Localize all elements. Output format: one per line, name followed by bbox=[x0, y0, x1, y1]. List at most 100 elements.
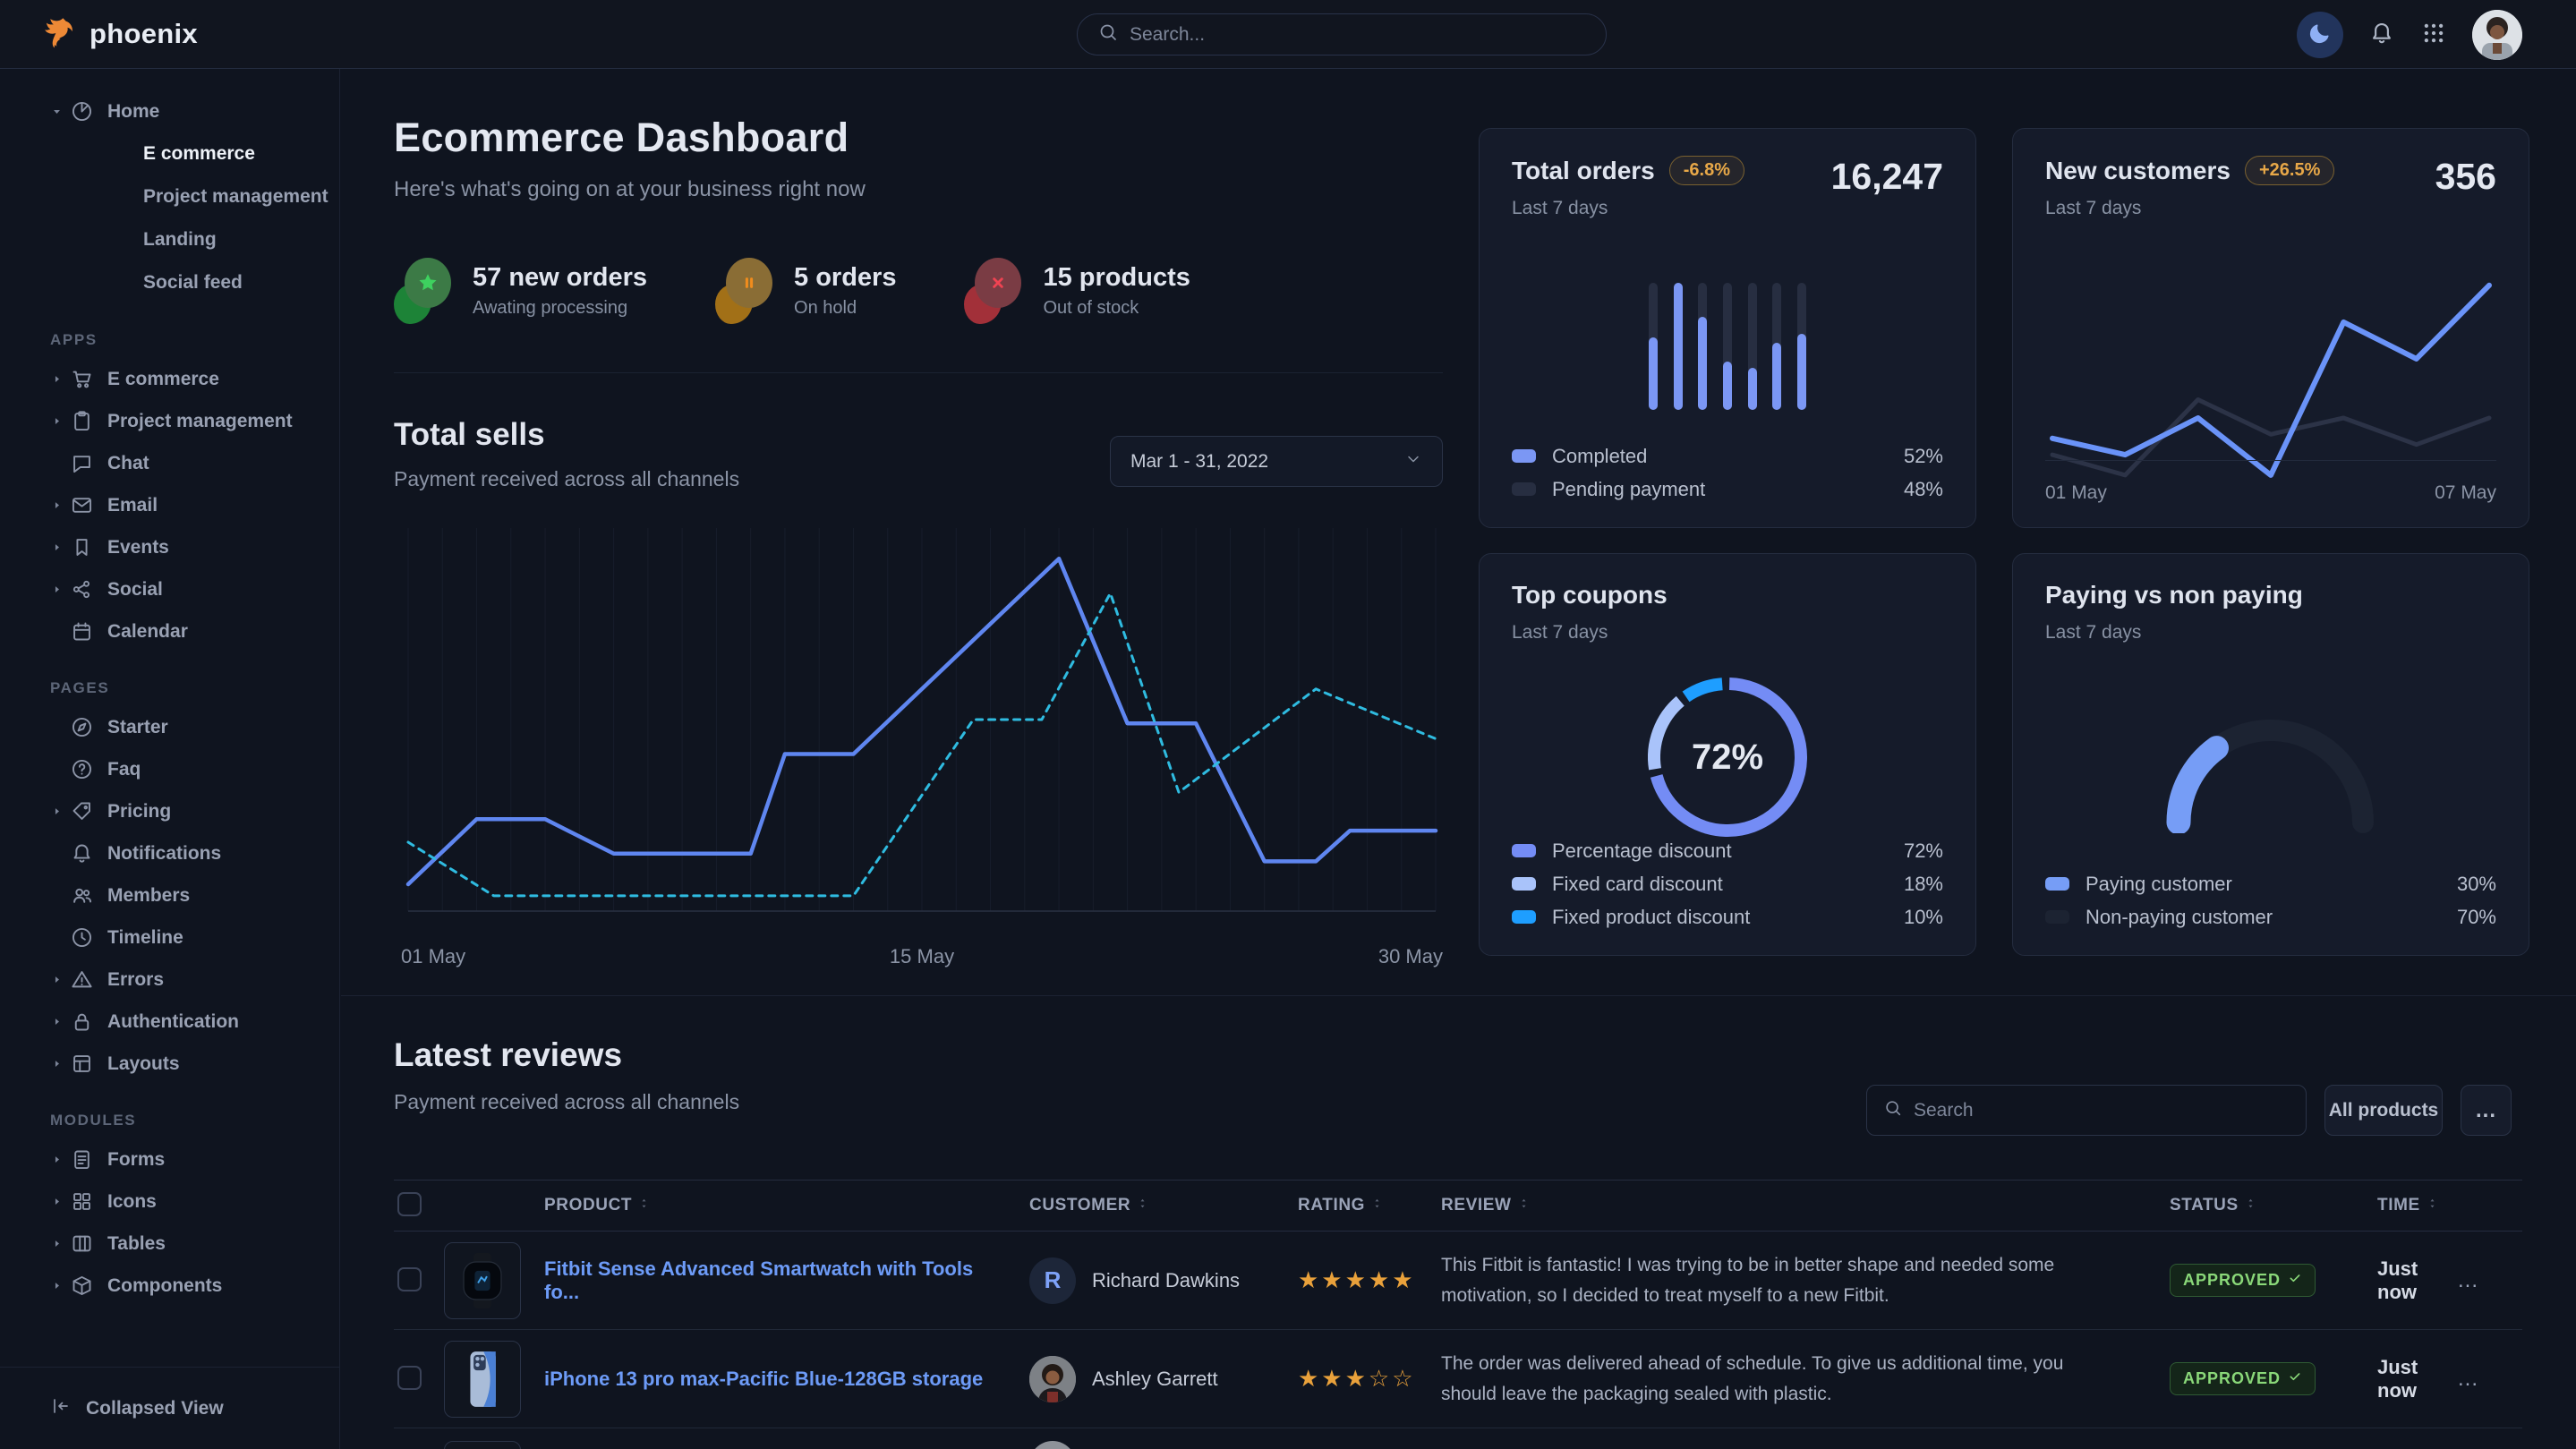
reviews-search-input[interactable] bbox=[1914, 1100, 2290, 1121]
moon-icon bbox=[2307, 21, 2333, 48]
sidebar-item-e-commerce[interactable]: E commerce bbox=[0, 358, 339, 400]
column-header-rating[interactable]: RATING bbox=[1276, 1196, 1411, 1215]
date-range-value: Mar 1 - 31, 2022 bbox=[1130, 451, 1268, 473]
paying-vs-nonpaying-card: Paying vs non paying Last 7 days Paying … bbox=[2012, 553, 2529, 956]
sidebar-item-label: Faq bbox=[107, 759, 141, 780]
legend-swatch bbox=[1512, 910, 1536, 924]
column-header-time[interactable]: TIME bbox=[2333, 1196, 2458, 1215]
sidebar-item-members[interactable]: Members bbox=[0, 874, 339, 916]
sidebar-item-label: Timeline bbox=[107, 927, 183, 949]
sort-icon bbox=[637, 1196, 651, 1215]
stat-value: 5 orders bbox=[794, 263, 896, 293]
global-search-input[interactable] bbox=[1130, 24, 1586, 46]
sidebar-subitem-project-management[interactable]: Project management bbox=[0, 175, 339, 218]
all-products-filter-button[interactable]: All products bbox=[2324, 1085, 2443, 1136]
sidebar-item-layouts[interactable]: Layouts bbox=[0, 1043, 339, 1085]
sidebar-item-authentication[interactable]: Authentication bbox=[0, 1001, 339, 1043]
sidebar-item-timeline[interactable]: Timeline bbox=[0, 916, 339, 959]
column-header-product[interactable]: PRODUCT bbox=[533, 1196, 1008, 1215]
apps-menu-button[interactable] bbox=[2420, 20, 2447, 49]
sidebar-item-notifications[interactable]: Notifications bbox=[0, 832, 339, 874]
customer-cell: RRichard Dawkins bbox=[1008, 1257, 1276, 1304]
card-title: Top coupons bbox=[1512, 581, 1668, 609]
sidebar-item-calendar[interactable]: Calendar bbox=[0, 610, 339, 652]
reviews-more-button[interactable]: ... bbox=[2461, 1085, 2512, 1136]
latest-reviews-title: Latest reviews bbox=[394, 1036, 622, 1074]
x-label-mid: 15 May bbox=[890, 945, 954, 968]
select-all-checkbox[interactable] bbox=[397, 1192, 422, 1216]
sidebar-subitem-landing[interactable]: Landing bbox=[0, 218, 339, 261]
row-checkbox[interactable] bbox=[397, 1267, 422, 1291]
brand-name: phoenix bbox=[90, 18, 198, 50]
coupons-donut-chart: 72% bbox=[1644, 674, 1811, 840]
sidebar-item-errors[interactable]: Errors bbox=[0, 959, 339, 1001]
sidebar-nav: HomeE commerceProject managementLandingS… bbox=[0, 69, 339, 1307]
global-search[interactable] bbox=[1077, 13, 1607, 55]
sidebar-item-tables[interactable]: Tables bbox=[0, 1223, 339, 1265]
star-blob-icon bbox=[394, 258, 453, 324]
sidebar-item-label: Errors bbox=[107, 969, 164, 991]
envelope-icon bbox=[70, 493, 94, 517]
sidebar-item-starter[interactable]: Starter bbox=[0, 706, 339, 748]
row-menu-button[interactable]: ... bbox=[2458, 1268, 2478, 1293]
notifications-button[interactable] bbox=[2368, 20, 2395, 49]
reviews-search[interactable] bbox=[1866, 1085, 2307, 1136]
sidebar-item-label: Social bbox=[107, 579, 163, 601]
sidebar-item-components[interactable]: Components bbox=[0, 1265, 339, 1307]
total-sells-x-axis: 01 May 15 May 30 May bbox=[401, 945, 1443, 968]
sidebar-item-label: Layouts bbox=[107, 1053, 180, 1075]
user-avatar[interactable] bbox=[2472, 10, 2522, 60]
product-link[interactable]: Fitbit Sense Advanced Smartwatch with To… bbox=[533, 1257, 1008, 1304]
table-header: PRODUCT CUSTOMER RATING REVIEW STATUS TI… bbox=[394, 1180, 2522, 1232]
sidebar-item-forms[interactable]: Forms bbox=[0, 1138, 339, 1181]
coupons-legend: Percentage discount72%Fixed card discoun… bbox=[1512, 834, 1943, 933]
sidebar-subitem-social-feed[interactable]: Social feed bbox=[0, 261, 339, 304]
sidebar-section-label: MODULES bbox=[0, 1085, 339, 1138]
new-customers-value: 356 bbox=[2435, 156, 2496, 198]
legend-label: Non-paying customer bbox=[2086, 906, 2273, 929]
column-header-status[interactable]: STATUS bbox=[2127, 1196, 2333, 1215]
sidebar-item-label: Starter bbox=[107, 717, 168, 738]
product-link[interactable]: iPhone 13 pro max-Pacific Blue-128GB sto… bbox=[533, 1368, 1008, 1391]
sidebar-item-events[interactable]: Events bbox=[0, 526, 339, 568]
sort-icon bbox=[1136, 1196, 1149, 1215]
card-period: Last 7 days bbox=[2045, 198, 2496, 219]
legend-value: 18% bbox=[1904, 873, 1943, 896]
sidebar-item-home[interactable]: Home bbox=[0, 90, 339, 132]
row-menu-button[interactable]: ... bbox=[2458, 1367, 2478, 1392]
check-icon bbox=[2288, 1369, 2302, 1388]
sidebar-item-pricing[interactable]: Pricing bbox=[0, 790, 339, 832]
column-header-customer[interactable]: CUSTOMER bbox=[1008, 1196, 1276, 1215]
new-customers-card: New customers +26.5% 356 Last 7 days 01 … bbox=[2012, 128, 2529, 528]
app-root: phoenix HomeE commerceProject managemen bbox=[0, 0, 2576, 1449]
stat-item: 5 ordersOn hold bbox=[715, 258, 896, 324]
card-title: New customers bbox=[2045, 157, 2231, 185]
sidebar-item-email[interactable]: Email bbox=[0, 484, 339, 526]
check-icon bbox=[2288, 1271, 2302, 1290]
sidebar-item-icons[interactable]: Icons bbox=[0, 1181, 339, 1223]
avatar-image bbox=[2472, 10, 2522, 60]
column-header-review[interactable]: REVIEW bbox=[1411, 1196, 2127, 1215]
legend-value: 10% bbox=[1904, 906, 1943, 929]
sidebar-item-faq[interactable]: Faq bbox=[0, 748, 339, 790]
trend-badge: +26.5% bbox=[2245, 156, 2334, 185]
collapse-view-toggle[interactable]: Collapsed View bbox=[0, 1367, 340, 1449]
x-label-end: 30 May bbox=[1378, 945, 1443, 968]
sidebar-item-label: Forms bbox=[107, 1149, 165, 1171]
legend-item: Percentage discount72% bbox=[1512, 834, 1943, 867]
trend-badge: -6.8% bbox=[1669, 156, 1744, 185]
brand-logo[interactable]: phoenix bbox=[39, 13, 198, 55]
sidebar-item-project-management[interactable]: Project management bbox=[0, 400, 339, 442]
sidebar-item-chat[interactable]: Chat bbox=[0, 442, 339, 484]
avatar bbox=[1029, 1441, 1076, 1449]
sort-icon bbox=[1370, 1196, 1384, 1215]
caret-right-icon bbox=[50, 372, 70, 386]
theme-toggle-button[interactable] bbox=[2297, 12, 2343, 58]
sidebar-subitem-e-commerce[interactable]: E commerce bbox=[0, 132, 339, 175]
sidebar-item-social[interactable]: Social bbox=[0, 568, 339, 610]
legend-item: Fixed card discount18% bbox=[1512, 867, 1943, 900]
sidebar-item-label: Members bbox=[107, 885, 190, 907]
date-range-select[interactable]: Mar 1 - 31, 2022 bbox=[1110, 436, 1443, 487]
legend-value: 52% bbox=[1904, 445, 1943, 468]
row-checkbox[interactable] bbox=[397, 1366, 422, 1390]
